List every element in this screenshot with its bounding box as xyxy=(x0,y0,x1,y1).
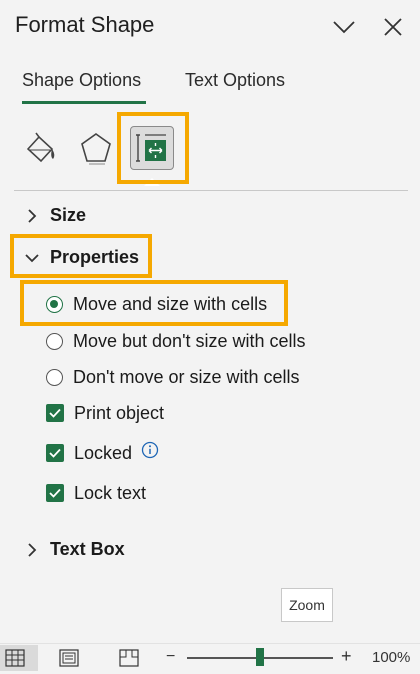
section-size-label: Size xyxy=(50,205,87,225)
radio-button[interactable] xyxy=(46,332,63,350)
zoom-out-icon[interactable]: − xyxy=(166,648,175,666)
size-properties-icon[interactable] xyxy=(130,126,174,170)
section-properties-label: Properties xyxy=(50,247,140,267)
radio-button-selected[interactable] xyxy=(46,295,63,313)
section-size[interactable]: Size xyxy=(22,205,86,226)
info-icon[interactable] xyxy=(141,441,159,459)
checkbox-checked[interactable] xyxy=(46,444,64,462)
selected-category-pointer xyxy=(144,178,160,186)
checkbox-label: Lock text xyxy=(74,482,147,503)
checkbox-checked[interactable] xyxy=(46,404,64,422)
tab-shape-options[interactable]: Shape Options xyxy=(22,70,141,91)
radio-dont-move-or-size[interactable]: Don't move or size with cells xyxy=(46,365,300,389)
zoom-percent[interactable]: 100% xyxy=(372,649,410,666)
zoom-button[interactable]: Zoom xyxy=(281,588,333,622)
checkbox-label: Print object xyxy=(74,402,165,423)
radio-label: Don't move or size with cells xyxy=(73,366,300,387)
section-text-box-label: Text Box xyxy=(50,539,125,559)
normal-view-icon[interactable] xyxy=(0,645,30,671)
category-divider xyxy=(14,190,408,191)
chevron-down-icon[interactable] xyxy=(331,14,357,40)
chevron-right-icon xyxy=(22,540,42,560)
checkbox-locked[interactable]: Locked xyxy=(46,441,132,465)
zoom-in-icon[interactable]: + xyxy=(341,646,352,667)
tab-selected-underline xyxy=(22,101,146,104)
pentagon-icon[interactable] xyxy=(74,126,118,170)
section-properties[interactable]: Properties xyxy=(22,247,139,268)
radio-label: Move and size with cells xyxy=(73,293,268,314)
pane-title: Format Shape xyxy=(15,12,155,37)
chevron-right-icon xyxy=(22,206,42,226)
radio-move-and-size-with-cells[interactable]: Move and size with cells xyxy=(46,292,267,316)
checkbox-label: Locked xyxy=(74,442,133,463)
checkbox-print-object[interactable]: Print object xyxy=(46,401,164,425)
chevron-down-icon xyxy=(22,248,42,268)
zoom-slider-thumb[interactable] xyxy=(256,648,264,666)
close-icon[interactable] xyxy=(380,14,406,40)
radio-button[interactable] xyxy=(46,368,63,386)
paint-bucket-icon[interactable] xyxy=(18,126,62,170)
page-break-preview-icon[interactable] xyxy=(114,645,144,671)
checkbox-lock-text[interactable]: Lock text xyxy=(46,481,146,505)
tab-text-options[interactable]: Text Options xyxy=(185,70,285,91)
radio-label: Move but don't size with cells xyxy=(73,330,306,351)
checkbox-checked[interactable] xyxy=(46,484,64,502)
radio-move-but-dont-size[interactable]: Move but don't size with cells xyxy=(46,329,306,353)
page-layout-icon[interactable] xyxy=(54,645,84,671)
section-text-box[interactable]: Text Box xyxy=(22,539,125,560)
